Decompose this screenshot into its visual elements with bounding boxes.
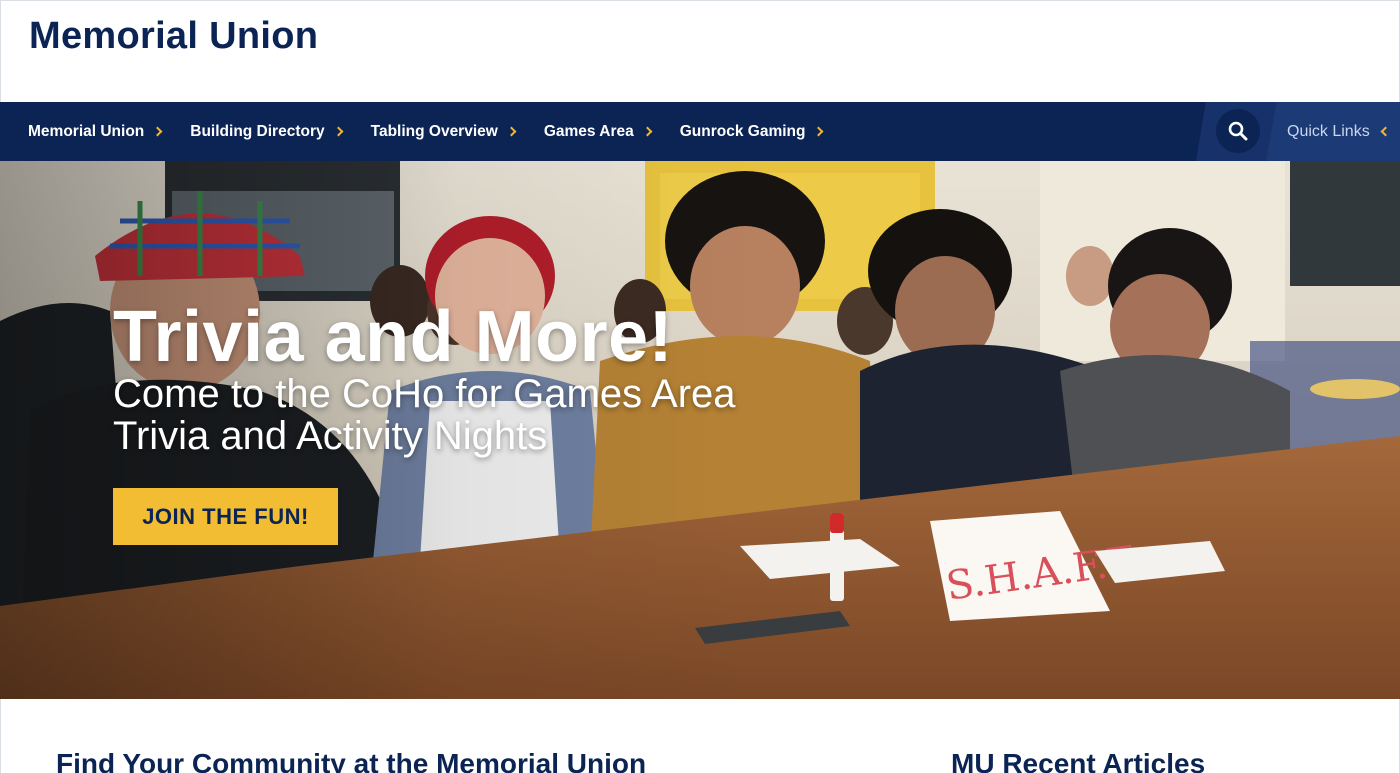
nav-item-games-area[interactable]: Games Area (543, 122, 653, 141)
nav-items: Memorial Union Building Directory Tablin… (28, 102, 851, 161)
hero-heading: Trivia and More! (113, 297, 674, 377)
nav-item-label: Building Directory (190, 122, 325, 140)
main-nav: Memorial Union Building Directory Tablin… (0, 102, 1400, 161)
section-title-recent-articles: MU Recent Articles (951, 748, 1206, 773)
chevron-right-icon (642, 126, 653, 137)
section-title-community: Find Your Community at the Memorial Unio… (56, 748, 647, 773)
search-icon (1228, 121, 1248, 141)
chevron-right-icon (333, 126, 344, 137)
nav-item-tabling-overview[interactable]: Tabling Overview (370, 122, 517, 141)
chevron-right-icon (814, 126, 824, 137)
nav-item-building-directory[interactable]: Building Directory (190, 122, 344, 141)
quick-links-label: Quick Links (1287, 122, 1370, 140)
nav-item-label: Gunrock Gaming (679, 122, 806, 140)
quick-links-button[interactable]: Quick Links (1287, 102, 1391, 161)
nav-item-memorial-union[interactable]: Memorial Union (28, 122, 163, 141)
hero-subheading: Come to the CoHo for Games Area Trivia a… (113, 372, 736, 458)
join-the-fun-button[interactable]: JOIN THE FUN! (113, 488, 338, 545)
site-header: Memorial Union (0, 0, 1400, 102)
chevron-right-icon (506, 126, 517, 137)
nav-item-label: Memorial Union (28, 122, 145, 140)
nav-item-label: Tabling Overview (370, 122, 498, 140)
nav-item-gunrock-gaming[interactable]: Gunrock Gaming (679, 122, 824, 141)
hero-banner: S.H.A.F.T. Trivia and More! Come to the … (0, 161, 1400, 699)
site-title[interactable]: Memorial Union (29, 15, 318, 58)
chevron-right-icon (152, 126, 163, 137)
search-button[interactable] (1216, 109, 1260, 153)
chevron-left-icon (1380, 126, 1391, 137)
nav-item-label: Games Area (543, 122, 634, 140)
